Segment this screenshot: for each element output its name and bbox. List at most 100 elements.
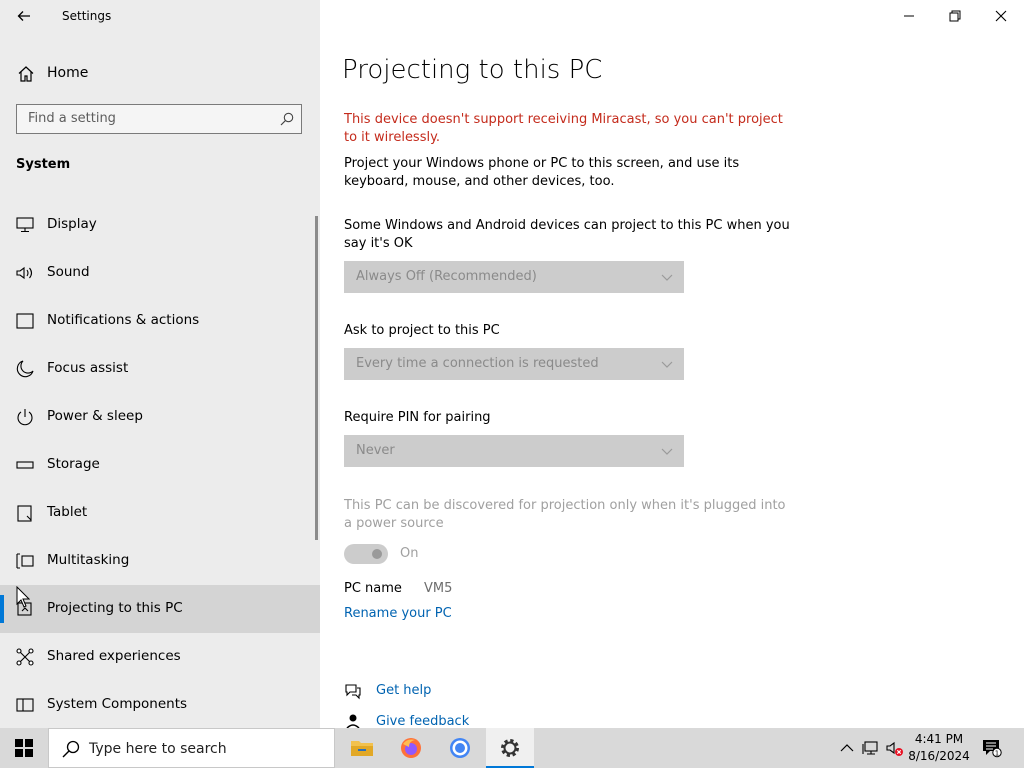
miracast-warning: This device doesn't support receiving Mi… <box>344 112 783 145</box>
tablet-icon <box>17 505 32 522</box>
power-source-note: This PC can be discovered for projection… <box>344 498 786 531</box>
dropdown-value: Every time a connection is requested <box>356 356 599 371</box>
sidebar-item-tablet[interactable]: Tablet <box>0 489 320 537</box>
sidebar-item-system-components[interactable]: System Components <box>0 681 320 729</box>
sidebar-item-label: Display <box>47 216 97 232</box>
notification-count: 1 <box>995 749 999 757</box>
ask-to-project-dropdown[interactable]: Every time a connection is requested <box>344 348 684 380</box>
speaker-icon <box>16 266 33 280</box>
page-description: Project your Windows phone or PC to this… <box>344 156 740 189</box>
volume-muted-icon[interactable] <box>886 739 904 757</box>
show-hidden-icons-chevron-icon[interactable] <box>838 739 856 757</box>
toggle-state-label: On <box>400 546 419 561</box>
get-help-link[interactable]: Get help <box>376 683 431 698</box>
dropdown-value: Never <box>356 443 395 458</box>
sidebar-item-focus-assist[interactable]: Focus assist <box>0 345 320 393</box>
sidebar-item-projecting[interactable]: Projecting to this PC <box>0 585 320 633</box>
chrome-icon <box>450 738 470 758</box>
sidebar-item-label: Shared experiences <box>47 648 181 664</box>
toggle-knob <box>372 549 382 559</box>
sidebar-item-label: Notifications & actions <box>47 312 200 328</box>
sidebar-item-label: Sound <box>47 264 90 280</box>
sidebar-item-label: Multitasking <box>47 552 130 568</box>
sidebar-item-power-sleep[interactable]: Power & sleep <box>0 393 320 441</box>
home-nav-item[interactable]: Home <box>0 56 320 90</box>
chevron-down-icon <box>661 361 673 368</box>
availability-label: Some Windows and Android devices can pro… <box>344 218 790 251</box>
chrome-button[interactable] <box>436 728 484 768</box>
chevron-down-icon <box>661 448 673 455</box>
moon-icon <box>16 360 34 378</box>
sidebar-item-label: Storage <box>47 456 100 472</box>
chevron-down-icon <box>661 274 673 281</box>
multitasking-icon <box>16 553 34 569</box>
action-center-button[interactable]: 1 <box>982 738 1002 758</box>
start-button[interactable] <box>0 728 48 768</box>
availability-dropdown[interactable]: Always Off (Recommended) <box>344 261 684 293</box>
minimize-icon <box>904 15 914 17</box>
storage-icon <box>16 461 34 469</box>
sidebar-item-notifications[interactable]: Notifications & actions <box>0 297 320 345</box>
restore-button[interactable] <box>932 0 978 32</box>
give-feedback-link[interactable]: Give feedback <box>376 714 469 729</box>
restore-icon <box>949 10 961 22</box>
network-icon[interactable] <box>862 739 880 757</box>
shared-experiences-icon <box>16 648 34 666</box>
search-icon <box>280 112 294 126</box>
sidebar-item-storage[interactable]: Storage <box>0 441 320 489</box>
sidebar-item-label: Power & sleep <box>47 408 143 424</box>
search-placeholder: Find a setting <box>28 111 116 126</box>
settings-taskbar-button[interactable] <box>486 728 534 768</box>
titlebar-left: Settings <box>0 0 320 34</box>
taskbar-search-box[interactable]: Type here to search <box>48 728 335 768</box>
pc-name-value: VM5 <box>424 581 453 596</box>
close-icon <box>995 10 1007 22</box>
taskbar-search-placeholder: Type here to search <box>89 741 227 757</box>
sidebar-item-display[interactable]: Display <box>0 201 320 249</box>
sidebar-item-shared-experiences[interactable]: Shared experiences <box>0 633 320 681</box>
system-clock[interactable]: 4:41 PM 8/16/2024 <box>904 731 974 765</box>
clock-date: 8/16/2024 <box>908 749 970 763</box>
sidebar-item-label: System Components <box>47 696 188 712</box>
sidebar-scrollbar[interactable] <box>315 216 318 540</box>
system-components-icon <box>16 698 34 712</box>
sidebar-item-multitasking[interactable]: Multitasking <box>0 537 320 585</box>
rename-pc-link[interactable]: Rename your PC <box>344 606 452 621</box>
app-title: Settings <box>62 9 112 23</box>
power-icon <box>17 409 33 426</box>
sidebar-item-label: Focus assist <box>47 360 129 376</box>
sidebar-item-sound[interactable]: Sound <box>0 249 320 297</box>
clock-time: 4:41 PM <box>914 732 964 746</box>
require-pin-label: Require PIN for pairing <box>344 410 491 425</box>
require-pin-dropdown[interactable]: Never <box>344 435 684 467</box>
back-button[interactable] <box>10 4 38 28</box>
back-arrow-icon <box>17 11 30 21</box>
taskbar: Type here to search 4:41 PM 8/16/2024 1 <box>0 728 1024 768</box>
gear-icon <box>501 739 519 757</box>
minimize-button[interactable] <box>886 0 932 32</box>
firefox-button[interactable] <box>387 728 435 768</box>
settings-sidebar: Settings Home Find a setting System Disp… <box>0 0 320 728</box>
windows-logo-icon <box>15 739 33 757</box>
page-title: Projecting to this PC <box>342 55 603 85</box>
dropdown-value: Always Off (Recommended) <box>356 269 537 284</box>
power-source-toggle[interactable] <box>344 544 388 564</box>
close-button[interactable] <box>978 0 1024 32</box>
file-explorer-button[interactable] <box>338 728 386 768</box>
section-heading: System <box>16 157 71 172</box>
mouse-pointer-icon <box>16 586 30 608</box>
notifications-icon <box>16 313 34 329</box>
home-icon <box>18 66 34 82</box>
notification-icon: 1 <box>983 740 1002 757</box>
pc-name-label: PC name <box>344 581 402 596</box>
sidebar-item-label: Tablet <box>47 504 88 520</box>
settings-nav-list: Display Sound Notifications & actions Fo… <box>0 201 320 729</box>
firefox-icon <box>401 738 421 758</box>
folder-icon <box>351 741 373 756</box>
display-icon <box>16 217 34 233</box>
find-setting-input[interactable]: Find a setting <box>16 104 302 134</box>
ask-to-project-label: Ask to project to this PC <box>344 323 500 338</box>
sidebar-item-label: Projecting to this PC <box>47 600 183 616</box>
search-icon <box>62 740 80 758</box>
home-label: Home <box>47 65 89 81</box>
